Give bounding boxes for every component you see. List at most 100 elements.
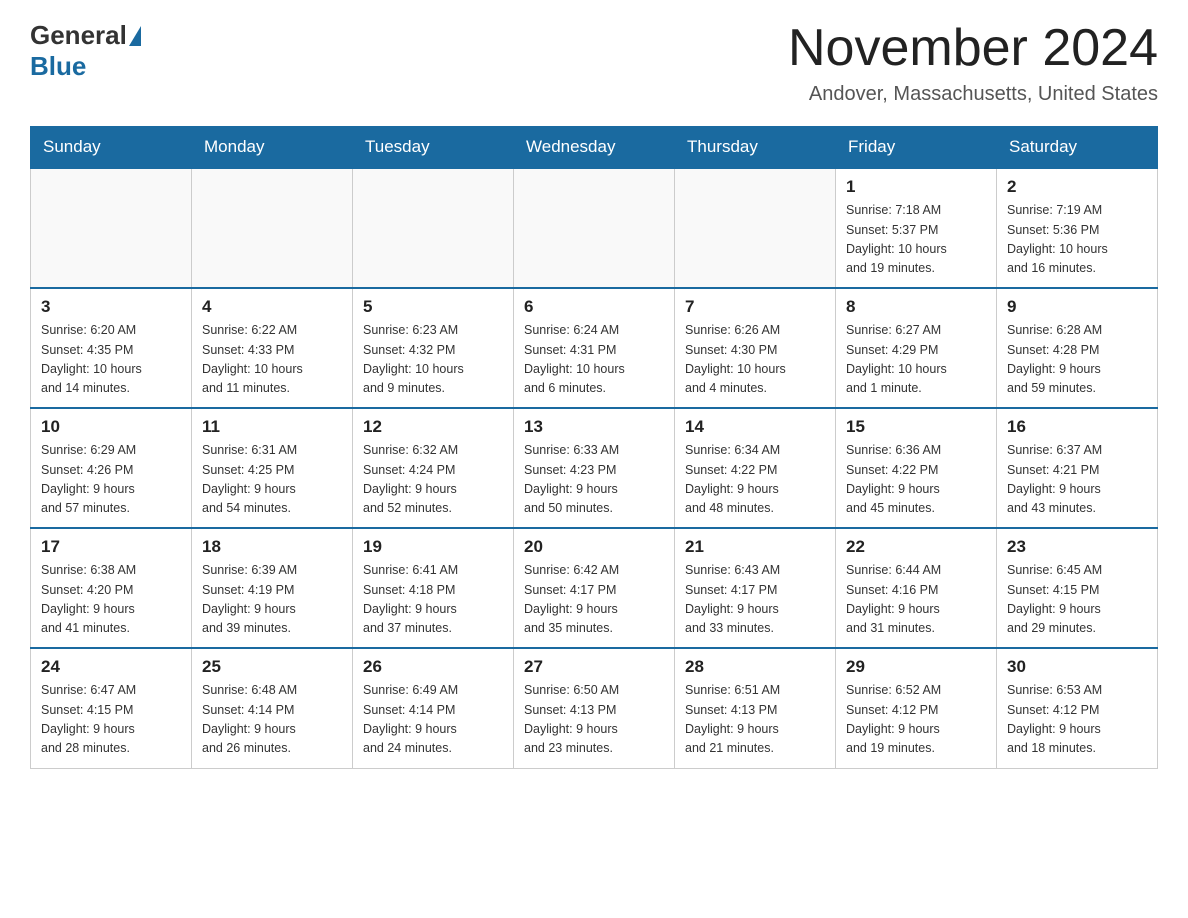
day-info: Sunrise: 6:52 AMSunset: 4:12 PMDaylight:… [846, 681, 986, 759]
calendar-cell: 9 Sunrise: 6:28 AMSunset: 4:28 PMDaylight… [997, 288, 1158, 408]
day-info: Sunrise: 6:45 AMSunset: 4:15 PMDaylight:… [1007, 561, 1147, 639]
weekday-header-friday: Friday [836, 127, 997, 169]
day-number: 30 [1007, 657, 1147, 677]
day-number: 18 [202, 537, 342, 557]
day-number: 22 [846, 537, 986, 557]
calendar-cell: 20 Sunrise: 6:42 AMSunset: 4:17 PMDayligh… [514, 528, 675, 648]
calendar-cell: 11 Sunrise: 6:31 AMSunset: 4:25 PMDayligh… [192, 408, 353, 528]
day-info: Sunrise: 6:50 AMSunset: 4:13 PMDaylight:… [524, 681, 664, 759]
calendar-cell [514, 168, 675, 288]
calendar-cell [192, 168, 353, 288]
calendar-cell: 13 Sunrise: 6:33 AMSunset: 4:23 PMDayligh… [514, 408, 675, 528]
calendar-cell: 19 Sunrise: 6:41 AMSunset: 4:18 PMDayligh… [353, 528, 514, 648]
calendar-cell: 2Sunrise: 7:19 AMSunset: 5:36 PMDaylight… [997, 168, 1158, 288]
week-row-1: 1 Sunrise: 7:18 AMSunset: 5:37 PMDaylight… [31, 168, 1158, 288]
day-info: Sunrise: 6:39 AMSunset: 4:19 PMDaylight:… [202, 561, 342, 639]
day-info: Sunrise: 6:44 AMSunset: 4:16 PMDaylight:… [846, 561, 986, 639]
calendar-cell: 24 Sunrise: 6:47 AMSunset: 4:15 PMDayligh… [31, 648, 192, 768]
calendar-cell: 26Sunrise: 6:49 AMSunset: 4:14 PMDayligh… [353, 648, 514, 768]
day-number: 17 [41, 537, 181, 557]
day-number: 15 [846, 417, 986, 437]
calendar-cell: 15 Sunrise: 6:36 AMSunset: 4:22 PMDayligh… [836, 408, 997, 528]
day-info: Sunrise: 6:42 AMSunset: 4:17 PMDaylight:… [524, 561, 664, 639]
day-number: 13 [524, 417, 664, 437]
day-number: 12 [363, 417, 503, 437]
calendar-cell: 7 Sunrise: 6:26 AMSunset: 4:30 PMDaylight… [675, 288, 836, 408]
calendar-cell: 29 Sunrise: 6:52 AMSunset: 4:12 PMDayligh… [836, 648, 997, 768]
calendar-cell [31, 168, 192, 288]
day-info: Sunrise: 7:19 AMSunset: 5:36 PMDaylight:… [1007, 201, 1147, 279]
day-info: Sunrise: 6:28 AMSunset: 4:28 PMDaylight:… [1007, 321, 1147, 399]
day-info: Sunrise: 6:31 AMSunset: 4:25 PMDaylight:… [202, 441, 342, 519]
day-number: 9 [1007, 297, 1147, 317]
logo-general-text: General [30, 20, 127, 51]
calendar-cell [675, 168, 836, 288]
day-number: 20 [524, 537, 664, 557]
day-number: 1 [846, 177, 986, 197]
day-number: 10 [41, 417, 181, 437]
day-number: 27 [524, 657, 664, 677]
calendar-cell: 1 Sunrise: 7:18 AMSunset: 5:37 PMDaylight… [836, 168, 997, 288]
title-area: November 2024 Andover, Massachusetts, Un… [788, 20, 1158, 106]
calendar-cell [353, 168, 514, 288]
calendar-cell: 27 Sunrise: 6:50 AMSunset: 4:13 PMDayligh… [514, 648, 675, 768]
calendar-cell: 10 Sunrise: 6:29 AMSunset: 4:26 PMDayligh… [31, 408, 192, 528]
calendar-table: SundayMondayTuesdayWednesdayThursdayFrid… [30, 126, 1158, 769]
weekday-header-thursday: Thursday [675, 127, 836, 169]
day-number: 23 [1007, 537, 1147, 557]
day-info: Sunrise: 6:49 AMSunset: 4:14 PMDaylight:… [363, 681, 503, 759]
calendar-cell: 22 Sunrise: 6:44 AMSunset: 4:16 PMDayligh… [836, 528, 997, 648]
day-info: Sunrise: 6:32 AMSunset: 4:24 PMDaylight:… [363, 441, 503, 519]
weekday-header-monday: Monday [192, 127, 353, 169]
weekday-header-row: SundayMondayTuesdayWednesdayThursdayFrid… [31, 127, 1158, 169]
calendar-cell: 8Sunrise: 6:27 AMSunset: 4:29 PMDaylight… [836, 288, 997, 408]
day-number: 4 [202, 297, 342, 317]
calendar-cell: 16Sunrise: 6:37 AMSunset: 4:21 PMDayligh… [997, 408, 1158, 528]
location-subtitle: Andover, Massachusetts, United States [788, 83, 1158, 106]
calendar-cell: 6 Sunrise: 6:24 AMSunset: 4:31 PMDaylight… [514, 288, 675, 408]
day-number: 29 [846, 657, 986, 677]
day-info: Sunrise: 6:33 AMSunset: 4:23 PMDaylight:… [524, 441, 664, 519]
calendar-cell: 5 Sunrise: 6:23 AMSunset: 4:32 PMDaylight… [353, 288, 514, 408]
week-row-3: 10 Sunrise: 6:29 AMSunset: 4:26 PMDayligh… [31, 408, 1158, 528]
logo: General Blue [30, 20, 143, 82]
weekday-header-tuesday: Tuesday [353, 127, 514, 169]
calendar-cell: 14Sunrise: 6:34 AMSunset: 4:22 PMDayligh… [675, 408, 836, 528]
logo-blue-text: Blue [30, 51, 86, 82]
day-info: Sunrise: 6:29 AMSunset: 4:26 PMDaylight:… [41, 441, 181, 519]
day-number: 11 [202, 417, 342, 437]
day-info: Sunrise: 6:48 AMSunset: 4:14 PMDaylight:… [202, 681, 342, 759]
weekday-header-wednesday: Wednesday [514, 127, 675, 169]
day-info: Sunrise: 6:51 AMSunset: 4:13 PMDaylight:… [685, 681, 825, 759]
day-info: Sunrise: 6:23 AMSunset: 4:32 PMDaylight:… [363, 321, 503, 399]
day-number: 8 [846, 297, 986, 317]
day-number: 25 [202, 657, 342, 677]
day-number: 7 [685, 297, 825, 317]
calendar-cell: 18 Sunrise: 6:39 AMSunset: 4:19 PMDayligh… [192, 528, 353, 648]
logo-triangle-icon [129, 26, 141, 46]
day-info: Sunrise: 6:41 AMSunset: 4:18 PMDaylight:… [363, 561, 503, 639]
calendar-cell: 3 Sunrise: 6:20 AMSunset: 4:35 PMDaylight… [31, 288, 192, 408]
day-number: 19 [363, 537, 503, 557]
day-number: 24 [41, 657, 181, 677]
day-info: Sunrise: 6:38 AMSunset: 4:20 PMDaylight:… [41, 561, 181, 639]
day-info: Sunrise: 6:36 AMSunset: 4:22 PMDaylight:… [846, 441, 986, 519]
day-info: Sunrise: 6:24 AMSunset: 4:31 PMDaylight:… [524, 321, 664, 399]
day-number: 6 [524, 297, 664, 317]
weekday-header-saturday: Saturday [997, 127, 1158, 169]
week-row-4: 17 Sunrise: 6:38 AMSunset: 4:20 PMDayligh… [31, 528, 1158, 648]
calendar-cell: 17 Sunrise: 6:38 AMSunset: 4:20 PMDayligh… [31, 528, 192, 648]
day-number: 3 [41, 297, 181, 317]
day-info: Sunrise: 6:47 AMSunset: 4:15 PMDaylight:… [41, 681, 181, 759]
day-number: 14 [685, 417, 825, 437]
day-info: Sunrise: 6:26 AMSunset: 4:30 PMDaylight:… [685, 321, 825, 399]
day-info: Sunrise: 6:20 AMSunset: 4:35 PMDaylight:… [41, 321, 181, 399]
day-info: Sunrise: 7:18 AMSunset: 5:37 PMDaylight:… [846, 201, 986, 279]
day-info: Sunrise: 6:22 AMSunset: 4:33 PMDaylight:… [202, 321, 342, 399]
calendar-cell: 25 Sunrise: 6:48 AMSunset: 4:14 PMDayligh… [192, 648, 353, 768]
day-number: 5 [363, 297, 503, 317]
day-number: 28 [685, 657, 825, 677]
day-info: Sunrise: 6:53 AMSunset: 4:12 PMDaylight:… [1007, 681, 1147, 759]
weekday-header-sunday: Sunday [31, 127, 192, 169]
page-header: General Blue November 2024 Andover, Mass… [30, 20, 1158, 106]
